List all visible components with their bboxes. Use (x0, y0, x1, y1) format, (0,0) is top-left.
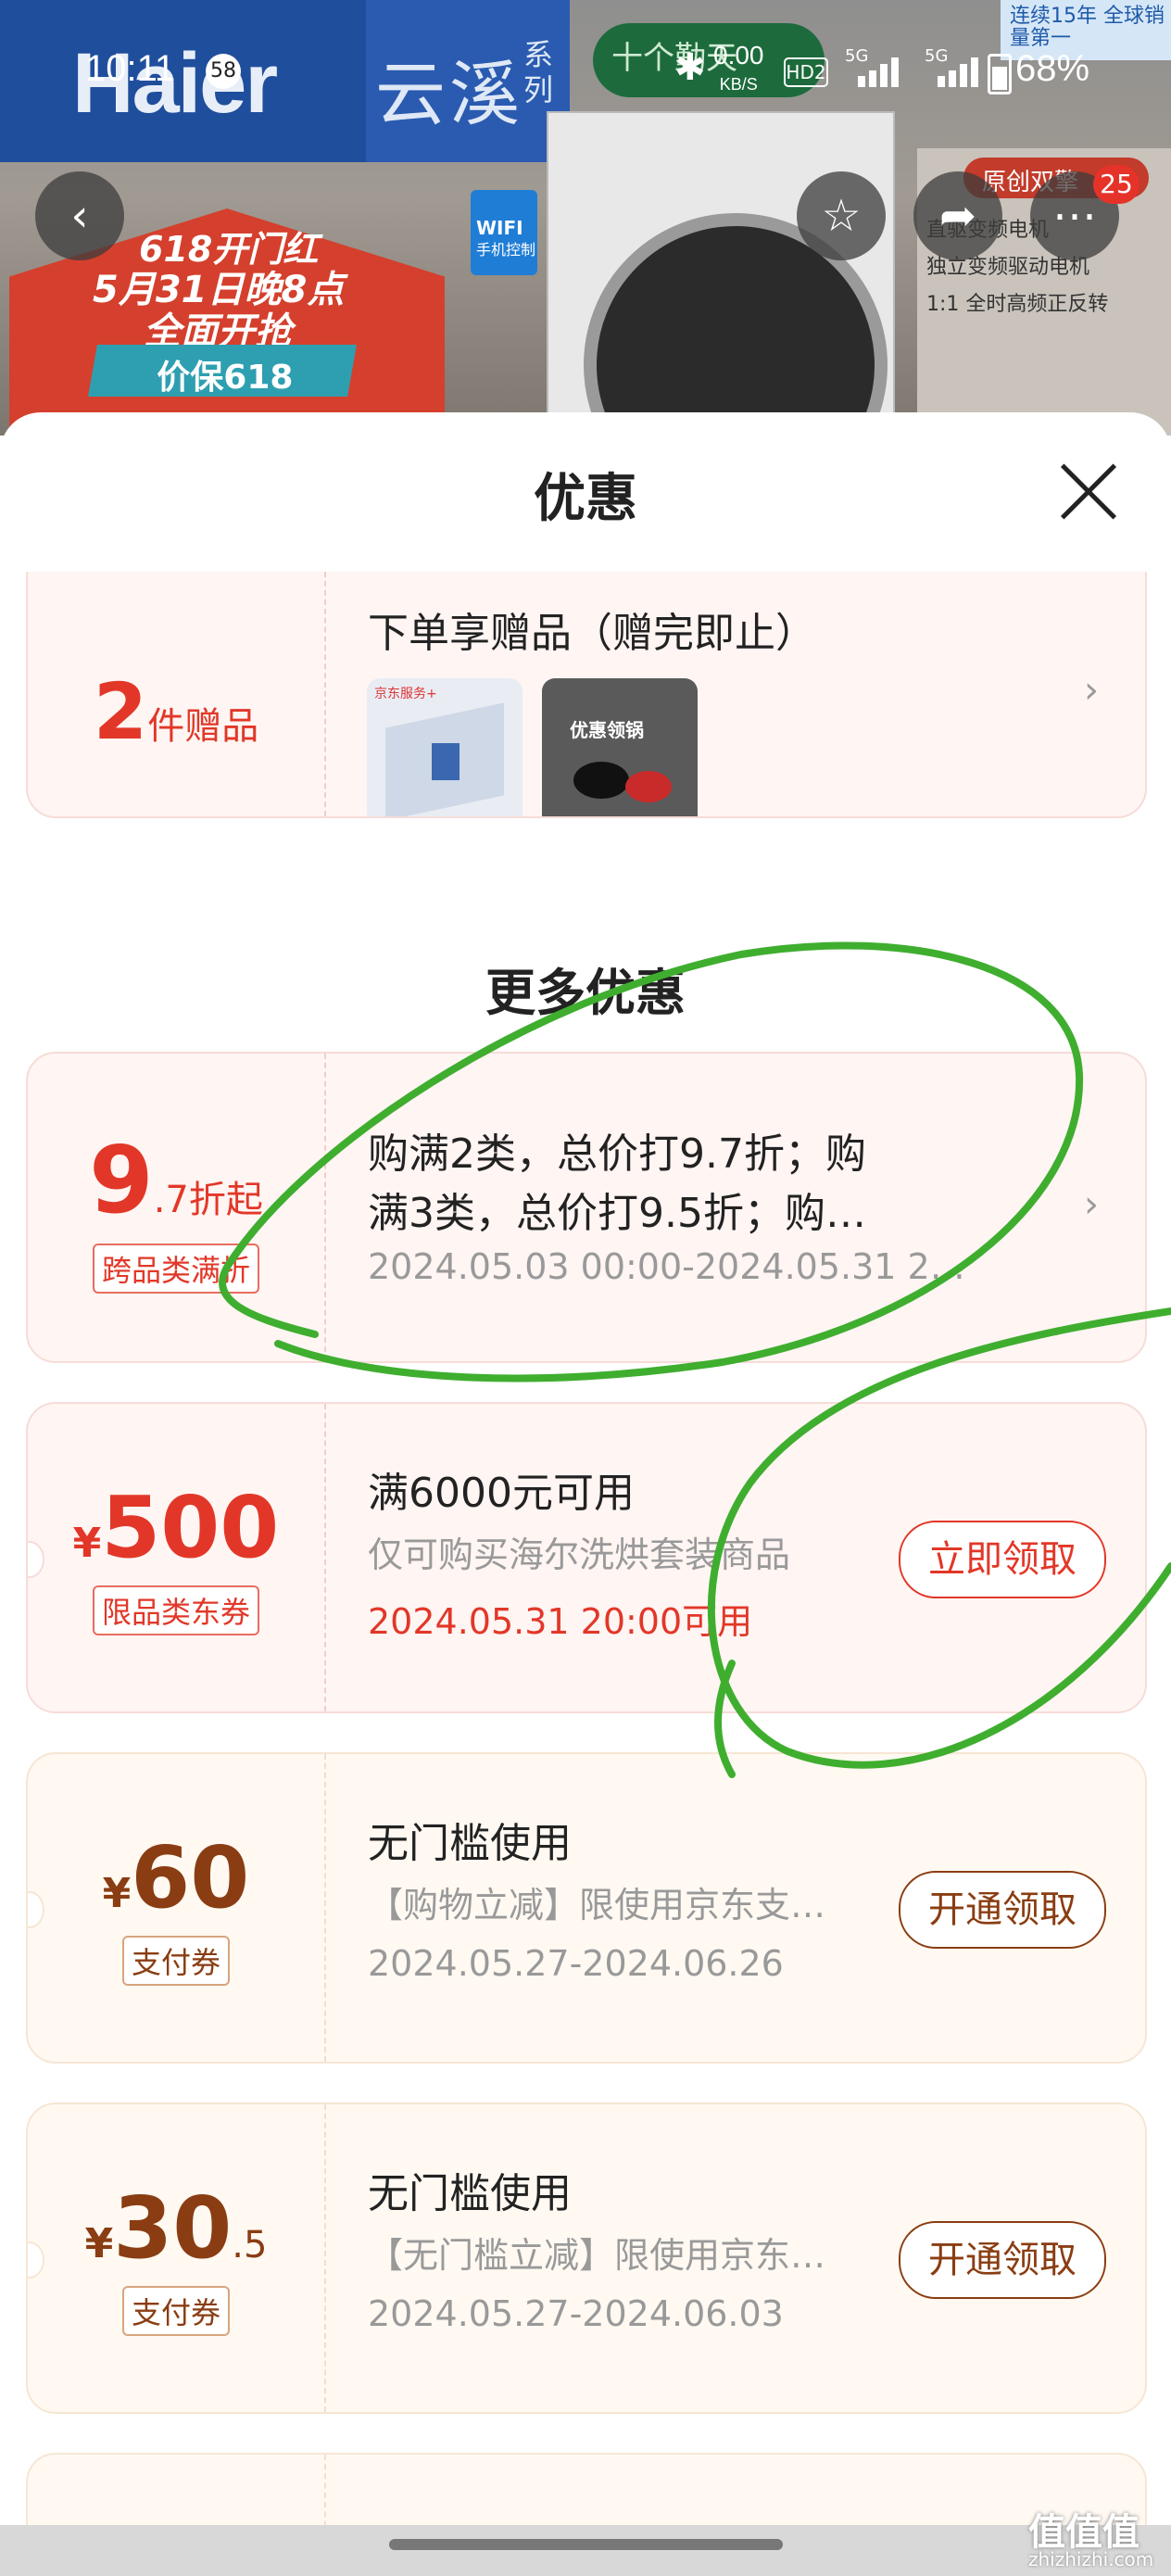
favorite-star-icon[interactable]: ☆ (797, 171, 886, 260)
cross-category-discount-card[interactable]: 9.7折起 跨品类满折 购满2类，总价打9.7折；购 满3类，总价打9.5折；购… (26, 1052, 1147, 1363)
coupon-amount: ¥30.5 (84, 2178, 268, 2278)
hd-voice-icon: HD2 (784, 57, 828, 87)
cart-badge: 25 (1093, 165, 1140, 204)
discount-rule-line1: 购满2类，总价打9.7折；购 (368, 1130, 866, 1178)
back-icon[interactable]: ‹ (35, 171, 124, 260)
coupon-card[interactable]: ¥500 限品类东券 满6000元可用 仅可购买海尔洗烘套装商品 2024.05… (26, 1402, 1147, 1713)
gesture-area (0, 2525, 1171, 2576)
promo-price-tag: 价保618 (88, 345, 357, 397)
coupon-title: 无门槛使用 (368, 2170, 572, 2217)
battery-percent: 68% (1015, 48, 1090, 89)
coupon-date: 2024.05.27-2024.06.26 (368, 1943, 784, 1984)
gift-title: 下单享赠品（赠完即止） (368, 610, 816, 657)
coupon-tag: 限品类东券 (28, 1585, 324, 1635)
coupon-tag: 支付券 (28, 1936, 324, 1986)
gift-thumb-cookware[interactable]: 优惠领锅 (542, 678, 698, 816)
notification-count: 58 (206, 54, 241, 89)
signal-icon: 5G (845, 46, 900, 87)
wifi-badge: WIFI 手机控制 (471, 190, 537, 275)
coupon-title: 满6000元可用 (368, 1470, 635, 1517)
signal-icon-2: 5G (925, 46, 980, 87)
battery-icon (988, 54, 1012, 95)
clock: 10:11 (85, 48, 176, 89)
coupon-card[interactable]: ¥60 支付券 无门槛使用 【购物立减】限使用京东支… 2024.05.27-2… (26, 1752, 1147, 2064)
chevron-right-icon: › (1084, 1183, 1099, 1226)
discount-value: 9.7折起 (89, 1126, 263, 1234)
discount-date: 2024.05.03 00:00-2024.05.31 2… (368, 1246, 965, 1287)
share-icon[interactable]: ➦ (913, 171, 1002, 260)
chevron-right-icon: › (1084, 669, 1099, 712)
gift-count: 2件赠品 (93, 666, 259, 757)
activate-claim-button[interactable]: 开通领取 (899, 2221, 1106, 2299)
coupon-title: 无门槛使用 (368, 1820, 572, 1867)
coupon-date: 2024.05.27-2024.06.03 (368, 2293, 784, 2334)
coupon-amount: ¥60 (102, 1828, 250, 1927)
claim-button[interactable]: 立即领取 (899, 1521, 1106, 1598)
gift-card[interactable]: 2件赠品 下单享赠品（赠完即止） 京东服务+ 优惠领锅 › (26, 572, 1147, 818)
activate-claim-button[interactable]: 开通领取 (899, 1871, 1106, 1949)
sheet-title: 优惠 (534, 469, 637, 529)
home-indicator[interactable] (389, 2539, 783, 2550)
status-bar: 10:11 58 ✱ 0.00 KB/S HD2 5G 5G 68% (0, 37, 1171, 102)
close-icon[interactable] (1056, 459, 1121, 524)
coupon-desc: 仅可购买海尔洗烘套装商品 (368, 1534, 791, 1575)
discount-tag: 跨品类满折 (28, 1244, 324, 1294)
bluetooth-icon: ✱ (674, 46, 706, 89)
coupon-desc: 【购物立减】限使用京东支… (368, 1885, 826, 1926)
coupon-tag: 支付券 (28, 2286, 324, 2336)
more-offers-title: 更多优惠 (485, 964, 686, 1022)
coupon-card[interactable]: ¥30.5 支付券 无门槛使用 【无门槛立减】限使用京东… 2024.05.27… (26, 2102, 1147, 2414)
net-speed: 0.00 KB/S (713, 41, 764, 95)
coupon-desc: 【无门槛立减】限使用京东… (368, 2235, 826, 2276)
coupon-amount: ¥500 (72, 1478, 280, 1577)
coupon-date: 2024.05.31 20:00可用 (368, 1601, 753, 1642)
gift-thumb-service[interactable]: 京东服务+ (367, 678, 523, 816)
discount-rule-line2: 满3类，总价打9.5折；购… (368, 1190, 866, 1237)
watermark-url: zhizhizhi.com (1028, 2548, 1154, 2570)
offers-sheet: 优惠 2件赠品 下单享赠品（赠完即止） 京东服务+ 优惠领锅 › 更多优惠 9.… (0, 412, 1171, 2576)
